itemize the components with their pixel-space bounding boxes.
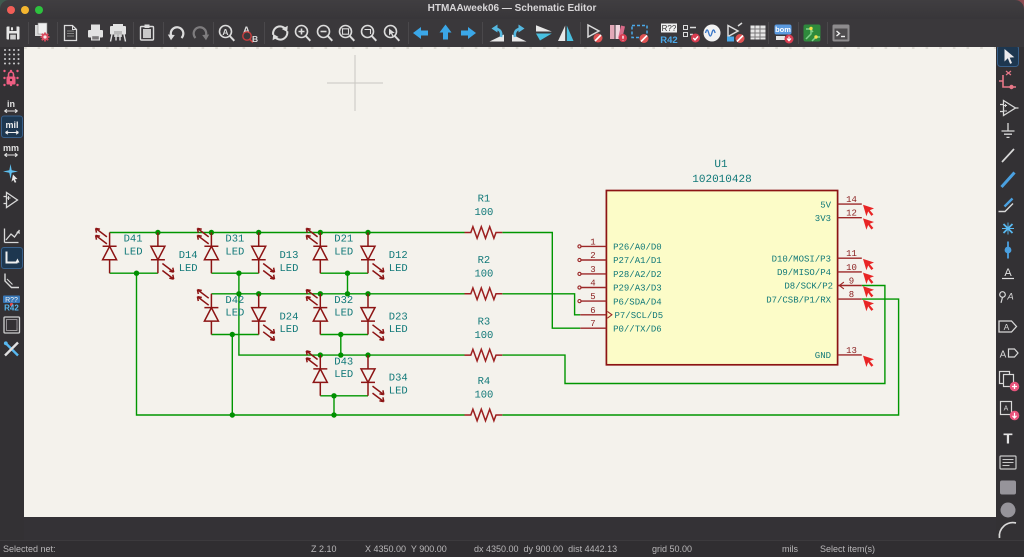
svg-text:A: A <box>1004 267 1012 279</box>
svg-text:P28/A2/D2: P28/A2/D2 <box>613 270 662 280</box>
svg-text:D24: D24 <box>280 311 299 323</box>
svg-text:11: 11 <box>846 249 857 259</box>
svg-text:B: B <box>252 34 258 44</box>
svg-text:D42: D42 <box>225 295 244 307</box>
svg-text:P26/A0/D0: P26/A0/D0 <box>613 243 662 253</box>
svg-text:8: 8 <box>849 290 854 300</box>
svg-text:6: 6 <box>590 306 595 316</box>
svg-text:mm: mm <box>3 143 19 153</box>
svg-text:102010428: 102010428 <box>692 174 751 186</box>
svg-text:P6/SDA/D4: P6/SDA/D4 <box>613 297 662 307</box>
svg-text:4: 4 <box>590 279 595 289</box>
svg-text:3: 3 <box>590 265 595 275</box>
svg-text:D31: D31 <box>225 234 244 246</box>
svg-text:A: A <box>243 25 250 36</box>
svg-text:A: A <box>222 27 228 37</box>
svg-text:in: in <box>7 99 15 109</box>
svg-text:D12: D12 <box>389 250 408 262</box>
svg-text:5: 5 <box>590 292 595 302</box>
svg-text:A: A <box>1004 406 1009 413</box>
svg-text:14: 14 <box>846 195 857 205</box>
svg-text:P7/SCL/D5: P7/SCL/D5 <box>615 311 664 321</box>
svg-text:D14: D14 <box>179 250 198 262</box>
svg-text:D41: D41 <box>124 234 143 246</box>
svg-text:D10/MOSI/P3: D10/MOSI/P3 <box>772 254 831 264</box>
svg-text:10: 10 <box>846 263 857 273</box>
svg-text:1: 1 <box>590 237 595 247</box>
svg-text:R42: R42 <box>660 35 677 46</box>
svg-text:D13: D13 <box>280 250 299 262</box>
svg-text:P0//TX/D6: P0//TX/D6 <box>613 324 662 334</box>
svg-text:D34: D34 <box>389 373 408 385</box>
svg-text:bom: bom <box>775 25 791 34</box>
svg-text:D43: D43 <box>334 356 353 368</box>
svg-text:12: 12 <box>846 209 857 219</box>
svg-text:A: A <box>1004 322 1010 332</box>
svg-text:7: 7 <box>590 319 595 329</box>
svg-text:P29/A3/D3: P29/A3/D3 <box>613 284 662 294</box>
svg-text:R??: R?? <box>662 24 677 33</box>
svg-text:D21: D21 <box>334 234 353 246</box>
svg-text:A: A <box>1000 350 1007 361</box>
svg-text:GND: GND <box>815 351 831 361</box>
svg-text:U1: U1 <box>714 159 728 171</box>
svg-text:D32: D32 <box>334 295 353 307</box>
svg-text:2: 2 <box>590 251 595 261</box>
svg-text:R1: R1 <box>478 194 491 206</box>
svg-text:T: T <box>1003 431 1012 448</box>
svg-text:3V3: 3V3 <box>815 214 831 224</box>
svg-text:D8/SCK/P2: D8/SCK/P2 <box>784 282 833 292</box>
svg-text:5V: 5V <box>820 200 831 210</box>
svg-text:A: A <box>1006 292 1013 303</box>
svg-text:P27/A1/D1: P27/A1/D1 <box>613 256 662 266</box>
svg-text:D9/MISO/P4: D9/MISO/P4 <box>777 268 831 278</box>
svg-text:mil: mil <box>5 120 18 130</box>
svg-text:R2: R2 <box>478 255 491 267</box>
svg-text:R4: R4 <box>478 376 491 388</box>
svg-text:R3: R3 <box>478 316 491 328</box>
svg-text:13: 13 <box>846 346 857 356</box>
svg-text:D23: D23 <box>389 311 408 323</box>
svg-text:9: 9 <box>849 277 854 287</box>
svg-text:D7/CSB/P1/RX: D7/CSB/P1/RX <box>766 295 831 305</box>
svg-text:R42: R42 <box>4 304 19 313</box>
